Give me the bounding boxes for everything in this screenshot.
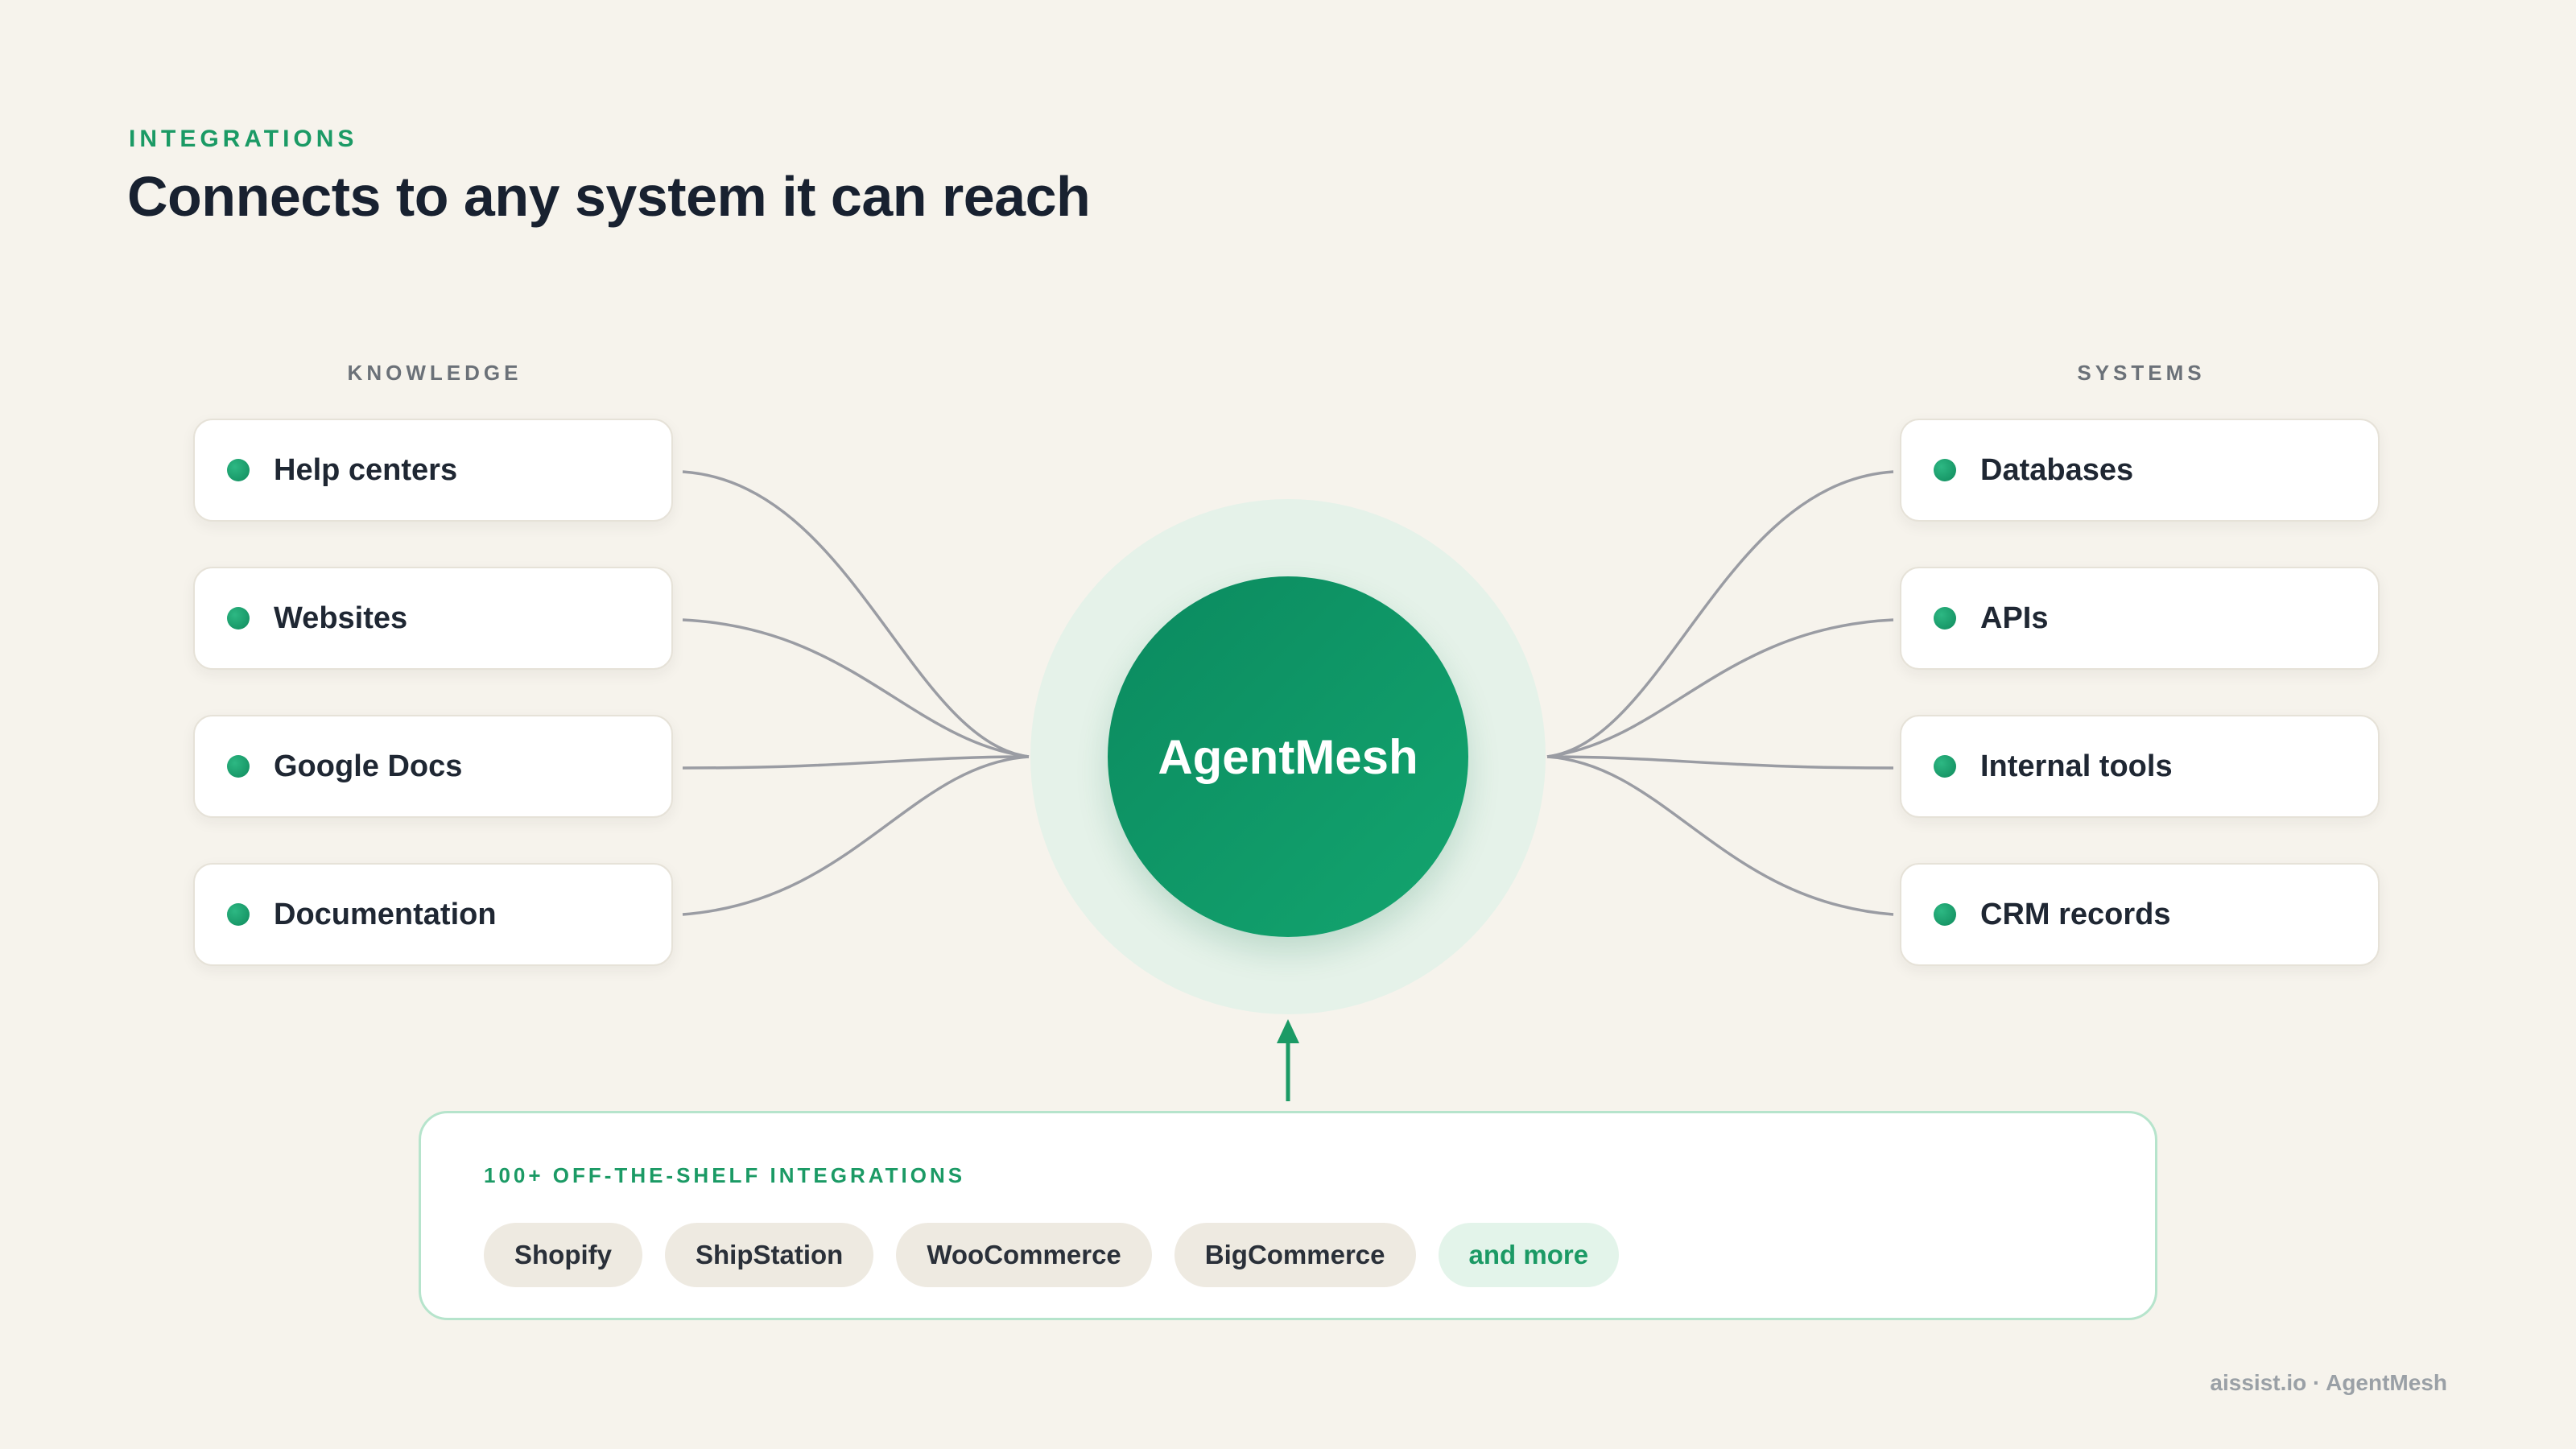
hub-label: AgentMesh [1158,729,1418,784]
connector-documentation [682,755,1030,916]
node-label: APIs [1980,601,2049,635]
knowledge-item-websites: Websites [193,567,673,670]
connector-internal-tools [1546,755,1894,770]
systems-item-databases: Databases [1900,419,2380,522]
systems-item-crm-records: CRM records [1900,863,2380,966]
connector-help-centers [682,470,1030,758]
status-dot-icon [227,459,250,481]
knowledge-item-help-centers: Help centers [193,419,673,522]
node-label: Help centers [274,453,458,487]
arrow-up-icon [1277,1019,1299,1043]
connector-websites [682,618,1030,758]
agentmesh-hub: AgentMesh [1108,576,1468,937]
integrations-heading: 100+ OFF-THE-SHELF INTEGRATIONS [484,1163,966,1187]
chip-woocommerce: WooCommerce [896,1223,1152,1287]
footer-credit: aissist.io · AgentMesh [2210,1370,2447,1395]
systems-item-internal-tools: Internal tools [1900,715,2380,818]
connector-google-docs [682,755,1030,770]
systems-item-apis: APIs [1900,567,2380,670]
chip-bigcommerce: BigCommerce [1174,1223,1416,1287]
chip-shipstation: ShipStation [665,1223,874,1287]
node-label: Documentation [274,898,497,931]
status-dot-icon [1934,459,1956,481]
node-label: Websites [274,601,408,635]
knowledge-item-google-docs: Google Docs [193,715,673,818]
node-label: CRM records [1980,898,2171,931]
node-label: Internal tools [1980,749,2173,783]
connector-apis [1546,618,1894,758]
node-label: Databases [1980,453,2134,487]
status-dot-icon [227,755,250,778]
integrations-panel: 100+ OFF-THE-SHELF INTEGRATIONS Shopify … [419,1111,2157,1320]
integration-chips: Shopify ShipStation WooCommerce BigComme… [484,1223,1620,1287]
connector-databases [1546,470,1894,758]
connector-crm-records [1546,755,1894,916]
node-label: Google Docs [274,749,463,783]
status-dot-icon [1934,607,1956,630]
status-dot-icon [1934,755,1956,778]
chip-shopify: Shopify [484,1223,642,1287]
chip-and-more: and more [1438,1223,1620,1287]
knowledge-item-documentation: Documentation [193,863,673,966]
status-dot-icon [1934,903,1956,926]
status-dot-icon [227,607,250,630]
status-dot-icon [227,903,250,926]
